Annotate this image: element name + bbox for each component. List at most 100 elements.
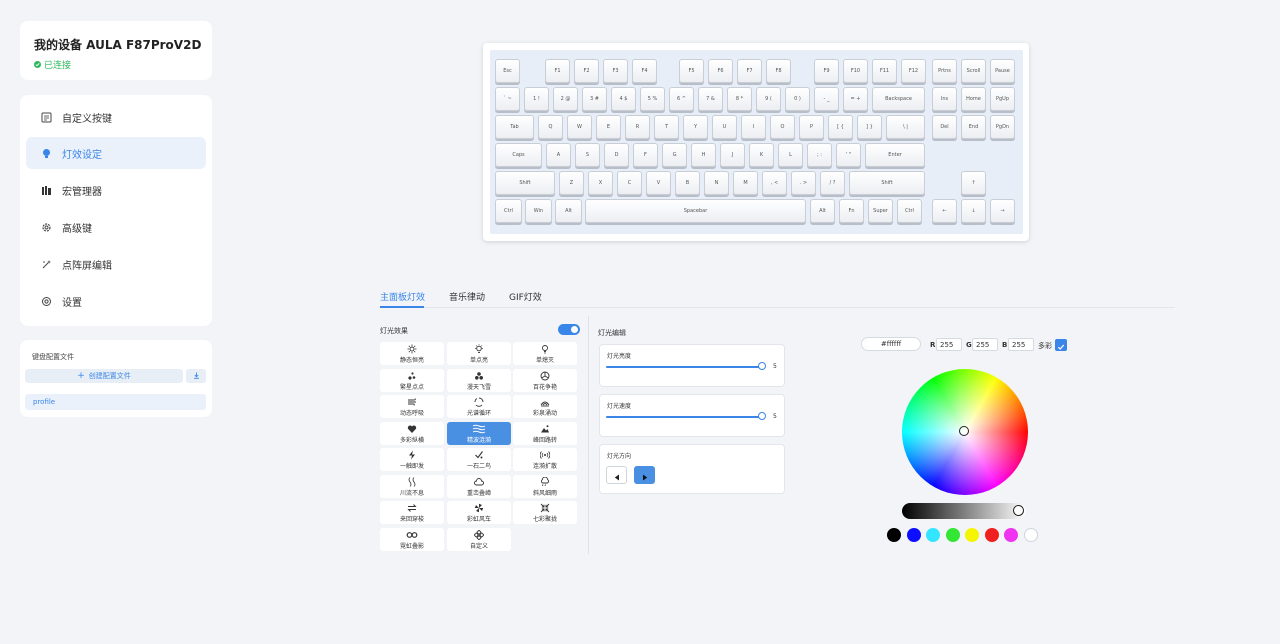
key[interactable]: [ { (828, 115, 853, 139)
effect-item[interactable]: 来回穿梭 (380, 501, 444, 524)
key[interactable]: F4 (632, 59, 657, 83)
key[interactable]: = + (843, 87, 868, 111)
key[interactable]: 1 ! (524, 87, 549, 111)
key[interactable]: Shift (495, 171, 555, 195)
key[interactable]: Pause (990, 59, 1015, 83)
effect-item[interactable]: 斜风细雨 (513, 475, 577, 498)
key[interactable]: C (617, 171, 642, 195)
key[interactable]: ] } (857, 115, 882, 139)
key[interactable]: L (778, 143, 803, 167)
key[interactable]: Prtns (932, 59, 957, 83)
key[interactable]: U (712, 115, 737, 139)
color-swatch[interactable] (984, 528, 999, 542)
key[interactable]: F9 (814, 59, 839, 83)
color-swatch[interactable] (906, 528, 921, 542)
key[interactable]: H (691, 143, 716, 167)
color-swatch[interactable] (1023, 528, 1038, 542)
key[interactable]: X (588, 171, 613, 195)
key[interactable]: 3 # (582, 87, 607, 111)
effect-item[interactable]: 川流不息 (380, 475, 444, 498)
key[interactable]: Win (525, 199, 552, 223)
key[interactable]: 4 $ (611, 87, 636, 111)
key[interactable]: Alt (810, 199, 835, 223)
effect-item[interactable]: 单熄灭 (513, 342, 577, 365)
key[interactable]: 9 ( (756, 87, 781, 111)
key[interactable]: F11 (872, 59, 897, 83)
effect-item[interactable]: 光谱循环 (447, 395, 511, 418)
key[interactable]: G (662, 143, 687, 167)
key[interactable]: 2 @ (553, 87, 578, 111)
color-brightness-slider[interactable] (902, 503, 1026, 519)
key[interactable]: O (770, 115, 795, 139)
key[interactable]: F8 (766, 59, 791, 83)
nav-item-macro[interactable]: 宏管理器 (26, 174, 206, 206)
effect-item[interactable]: 繁星点点 (380, 369, 444, 392)
key[interactable]: ' " (836, 143, 861, 167)
key[interactable]: PgDn (990, 115, 1015, 139)
key[interactable]: J (720, 143, 745, 167)
key[interactable]: N (704, 171, 729, 195)
nav-item-matrix-editor[interactable]: 点阵屏编辑 (26, 248, 206, 280)
speed-slider-knob[interactable] (758, 412, 766, 420)
key[interactable]: 5 % (640, 87, 665, 111)
key[interactable]: Del (932, 115, 957, 139)
color-brightness-knob[interactable] (1013, 505, 1024, 516)
effect-item[interactable]: 连漪扩散 (513, 448, 577, 471)
key[interactable]: F12 (901, 59, 926, 83)
effect-item[interactable]: 霓虹叠影 (380, 528, 444, 551)
key[interactable]: F5 (679, 59, 704, 83)
color-wheel-cursor[interactable] (959, 426, 969, 436)
key[interactable]: B (675, 171, 700, 195)
effect-item[interactable]: 彩虹风车 (447, 501, 511, 524)
key[interactable]: ↑ (961, 171, 986, 195)
key[interactable]: V (646, 171, 671, 195)
effect-item[interactable]: 重峦叠嶂 (447, 475, 511, 498)
key[interactable]: ↓ (961, 199, 986, 223)
key[interactable]: ` ~ (495, 87, 520, 111)
import-profile-button[interactable] (186, 369, 206, 383)
key[interactable]: Caps (495, 143, 542, 167)
effect-item[interactable]: 静态恒亮 (380, 342, 444, 365)
key[interactable]: Super (868, 199, 893, 223)
key[interactable]: Backspace (872, 87, 925, 111)
brightness-slider-knob[interactable] (758, 362, 766, 370)
key[interactable]: Z (559, 171, 584, 195)
key[interactable]: W (567, 115, 592, 139)
profile-item[interactable]: profile (25, 394, 206, 410)
key[interactable]: I (741, 115, 766, 139)
effect-item[interactable]: 一石二鸟 (447, 448, 511, 471)
create-profile-button[interactable]: + 创建配置文件 (25, 369, 183, 383)
color-swatch[interactable] (945, 528, 960, 542)
key[interactable]: PgUp (990, 87, 1015, 111)
key[interactable]: T (654, 115, 679, 139)
key[interactable]: - _ (814, 87, 839, 111)
key[interactable]: 8 * (727, 87, 752, 111)
effect-item[interactable]: 一触即发 (380, 448, 444, 471)
effect-item[interactable]: 漫天飞雪 (447, 369, 511, 392)
key[interactable]: ← (932, 199, 957, 223)
key[interactable]: P (799, 115, 824, 139)
key[interactable]: F6 (708, 59, 733, 83)
color-swatch[interactable] (926, 528, 940, 542)
key[interactable]: 6 ^ (669, 87, 694, 111)
key[interactable]: Shift (849, 171, 925, 195)
key[interactable]: D (604, 143, 629, 167)
key[interactable]: → (990, 199, 1015, 223)
key[interactable]: 7 & (698, 87, 723, 111)
effect-item[interactable]: 七彩聚拢 (513, 501, 577, 524)
key[interactable]: 0 ) (785, 87, 810, 111)
key[interactable]: Ctrl (495, 199, 522, 223)
key[interactable]: F7 (737, 59, 762, 83)
key[interactable]: K (749, 143, 774, 167)
nav-item-lighting[interactable]: 灯效设定 (26, 137, 206, 169)
key[interactable]: E (596, 115, 621, 139)
tab-music-rhythm[interactable]: 音乐律动 (449, 290, 485, 303)
key[interactable]: R (625, 115, 650, 139)
effect-item[interactable]: 单点亮 (447, 342, 511, 365)
key[interactable]: Alt (555, 199, 582, 223)
key[interactable]: Ctrl (897, 199, 922, 223)
key[interactable]: , < (762, 171, 787, 195)
key[interactable]: Ins (932, 87, 957, 111)
color-swatch[interactable] (965, 528, 979, 542)
key[interactable]: F3 (603, 59, 628, 83)
